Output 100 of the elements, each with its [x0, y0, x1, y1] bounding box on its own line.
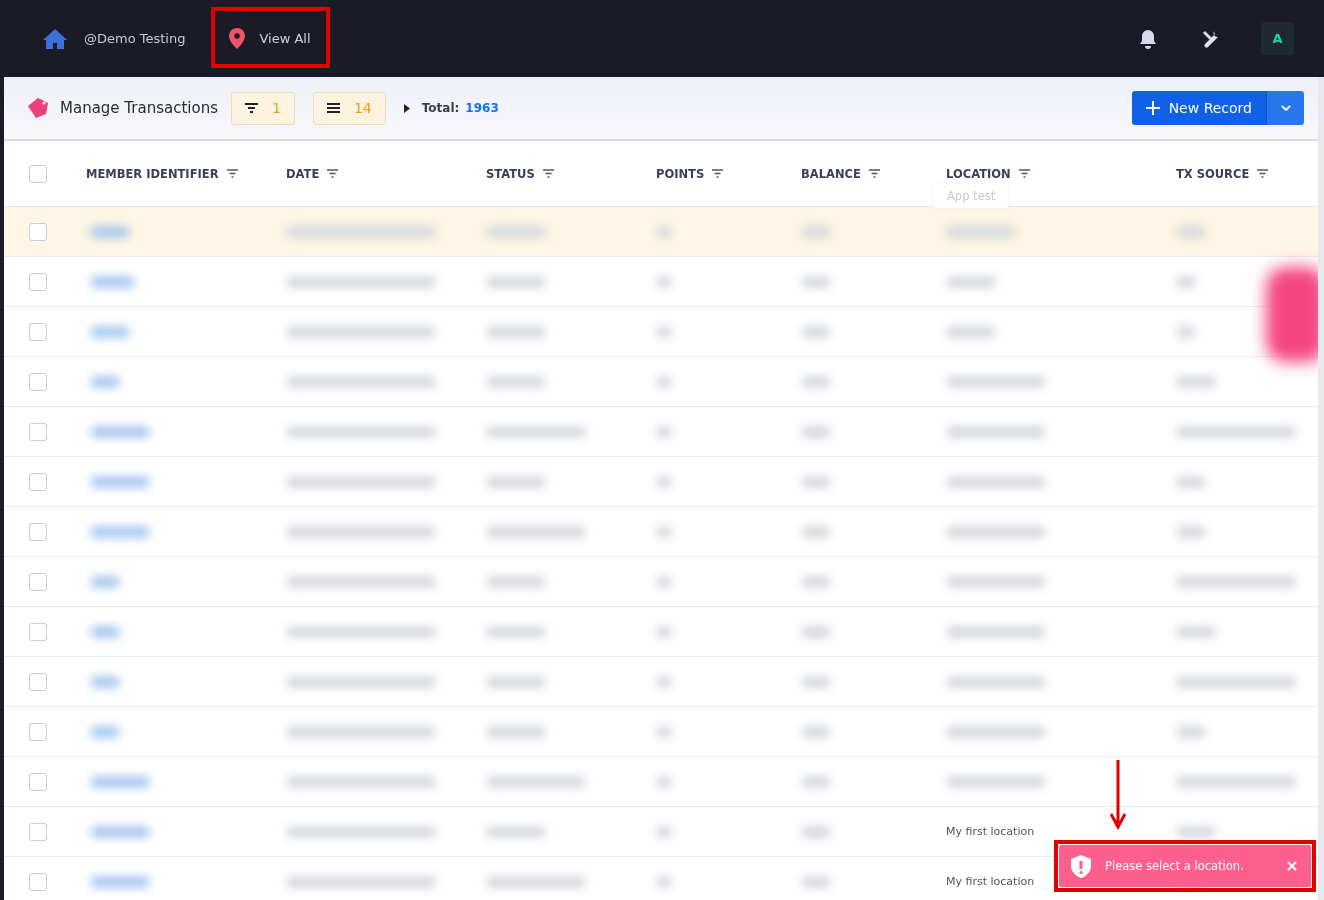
blurred-text — [946, 325, 996, 338]
plus-icon — [1145, 101, 1160, 115]
map-pin-icon — [229, 28, 246, 49]
user-avatar[interactable]: A — [1261, 22, 1294, 55]
column-header[interactable]: LOCATION — [946, 166, 1011, 181]
row-checkbox[interactable] — [29, 872, 47, 891]
blurred-text — [486, 475, 546, 488]
blurred-text — [486, 625, 546, 638]
notification-bell-icon[interactable] — [1139, 28, 1157, 49]
blurred-text — [656, 475, 672, 488]
blurred-text — [801, 225, 831, 238]
blurred-text — [656, 875, 672, 888]
blurred-text — [656, 275, 672, 288]
blurred-text — [90, 375, 120, 388]
dropdown-button[interactable] — [1266, 91, 1304, 125]
column-header[interactable]: TX SOURCE — [1176, 166, 1250, 181]
row-checkbox[interactable] — [29, 722, 47, 741]
filter-icon — [245, 103, 258, 113]
row-checkbox[interactable] — [29, 522, 47, 541]
blurred-text — [656, 425, 672, 438]
row-checkbox[interactable] — [29, 622, 47, 641]
blurred-text — [1176, 625, 1216, 638]
column-header[interactable]: BALANCE — [801, 166, 861, 181]
shield-alert-icon — [1071, 854, 1091, 878]
blurred-text — [801, 625, 831, 638]
filter-icon[interactable] — [327, 169, 339, 178]
column-header[interactable]: STATUS — [486, 166, 535, 181]
filter-icon[interactable] — [868, 169, 880, 178]
blurred-text — [90, 225, 130, 238]
blurred-text — [1176, 725, 1206, 738]
filter-icon[interactable] — [542, 169, 554, 178]
blurred-text — [486, 675, 546, 688]
blurred-text — [90, 575, 120, 588]
blurred-text — [90, 875, 150, 888]
column-header[interactable]: MEMBER IDENTIFIER — [86, 166, 219, 181]
blurred-text — [946, 275, 996, 288]
blurred-text — [486, 375, 546, 388]
blurred-text — [656, 625, 672, 638]
blurred-text — [656, 825, 672, 838]
new-record-button[interactable]: New Record — [1131, 91, 1266, 125]
blurred-text — [486, 225, 546, 238]
caret-icon[interactable] — [403, 103, 410, 113]
location-text: My first location — [946, 825, 1035, 838]
blurred-text — [801, 575, 831, 588]
blurred-text — [656, 725, 672, 738]
filter-icon[interactable] — [1018, 169, 1030, 178]
location-selector[interactable]: View All — [229, 28, 311, 49]
blurred-text — [656, 325, 672, 338]
blurred-text — [1176, 825, 1216, 838]
price-tag-icon — [26, 97, 50, 119]
blurred-text — [656, 775, 672, 788]
row-checkbox[interactable] — [29, 222, 47, 241]
home-icon[interactable] — [42, 27, 68, 50]
row-checkbox[interactable] — [29, 822, 47, 841]
blurred-text — [90, 775, 150, 788]
blurred-text — [90, 625, 120, 638]
close-icon[interactable] — [1287, 861, 1297, 871]
row-checkbox[interactable] — [29, 372, 47, 391]
blurred-text — [486, 275, 546, 288]
blurred-text — [656, 375, 672, 388]
menu-icon — [326, 103, 340, 113]
total-label: Total: — [421, 101, 460, 115]
column-header[interactable]: POINTS — [656, 166, 705, 181]
blurred-text — [486, 325, 546, 338]
blurred-text — [90, 725, 120, 738]
account-name: @Demo Testing — [84, 31, 186, 46]
blurred-text — [801, 725, 831, 738]
blurred-text — [1176, 225, 1206, 238]
blurred-text — [801, 675, 831, 688]
blurred-text — [486, 825, 546, 838]
blurred-text — [1176, 275, 1196, 288]
select-all-checkbox[interactable] — [29, 164, 47, 183]
blurred-text — [656, 675, 672, 688]
total-count: 1963 — [465, 101, 499, 115]
row-checkbox[interactable] — [29, 672, 47, 691]
row-checkbox[interactable] — [29, 472, 47, 491]
filter-icon[interactable] — [712, 169, 724, 178]
chevron-down-icon — [1280, 105, 1291, 111]
blurred-text — [486, 725, 546, 738]
filter-icon[interactable] — [226, 169, 238, 178]
blurred-text — [90, 325, 130, 338]
blurred-text — [90, 425, 150, 438]
blurred-text — [801, 875, 831, 888]
column-header[interactable]: DATE — [286, 166, 320, 181]
row-checkbox[interactable] — [29, 322, 47, 341]
blurred-text — [1176, 325, 1196, 338]
page-title: Manage Transactions — [60, 99, 218, 117]
row-checkbox[interactable] — [29, 572, 47, 591]
row-checkbox[interactable] — [29, 422, 47, 441]
blurred-text — [801, 475, 831, 488]
row-checkbox[interactable] — [29, 272, 47, 291]
blurred-text — [946, 225, 1016, 238]
blurred-text — [90, 525, 150, 538]
row-checkbox[interactable] — [29, 772, 47, 791]
filter-icon[interactable] — [1257, 169, 1269, 178]
annotation-arrow — [1110, 760, 1126, 830]
tools-icon[interactable] — [1201, 28, 1221, 49]
blurred-text — [801, 375, 831, 388]
blurred-text — [90, 675, 120, 688]
blurred-text — [801, 425, 831, 438]
